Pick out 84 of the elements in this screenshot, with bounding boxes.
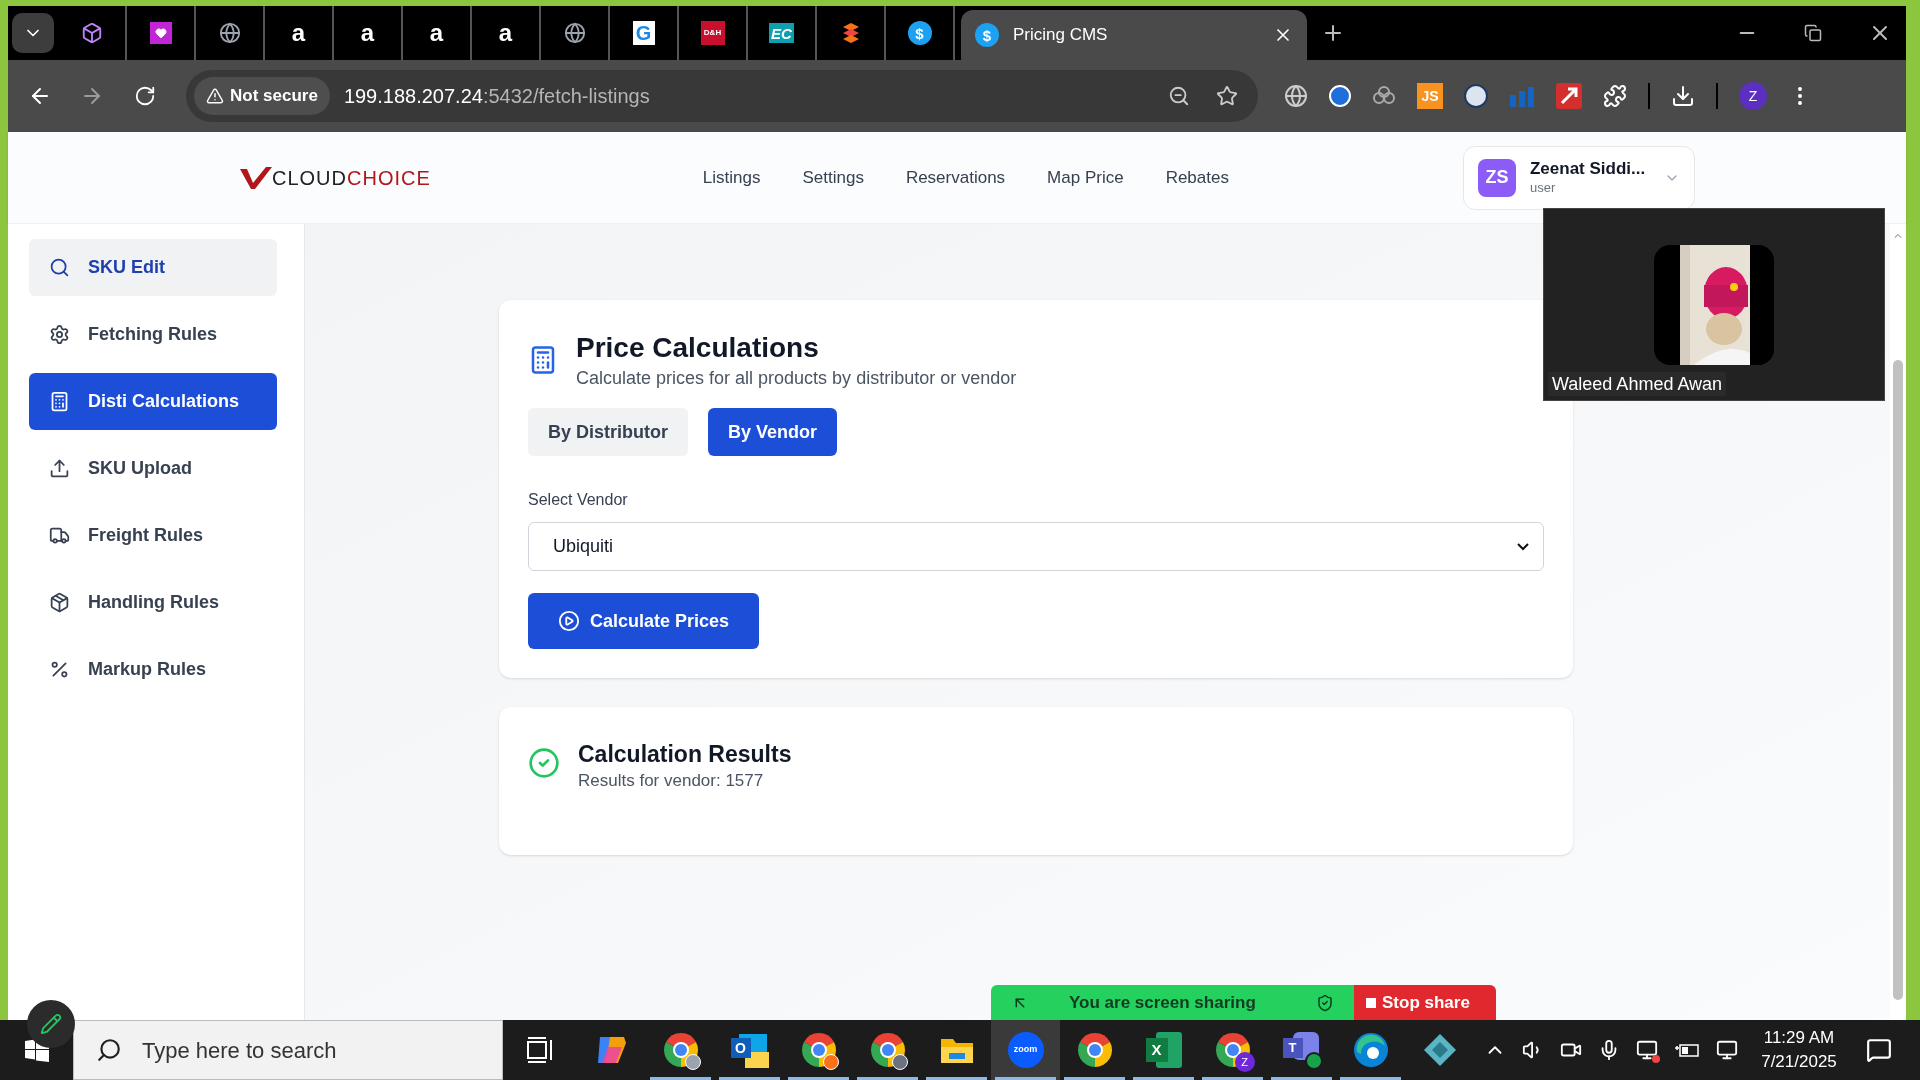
- edge-icon[interactable]: [1352, 1032, 1389, 1068]
- user-name: Zeenat Siddi...: [1529, 158, 1647, 179]
- package-icon: [49, 592, 70, 613]
- amazon-icon: a: [291, 21, 306, 45]
- taskbar-clock[interactable]: 11:29 AM 7/21/2025: [1754, 1026, 1844, 1074]
- pencil-icon: [40, 1013, 62, 1035]
- amazon-icon: a: [360, 21, 375, 45]
- circles-icon[interactable]: [1372, 86, 1396, 106]
- play-icon: [558, 610, 580, 632]
- taskbar-search-field[interactable]: Type here to search: [73, 1020, 503, 1080]
- shield-icon: [1316, 993, 1334, 1012]
- nav-link[interactable]: Settings: [802, 164, 864, 191]
- check-icon: [528, 747, 560, 779]
- taskbar-app[interactable]: zoom: [991, 1020, 1060, 1080]
- card-title: Price Calculations: [576, 331, 820, 365]
- user-role: user: [1529, 178, 1557, 197]
- taskbar-app[interactable]: Z: [1198, 1020, 1267, 1080]
- chrome-icon[interactable]: [1076, 1032, 1113, 1068]
- taskbar-app[interactable]: T: [1267, 1020, 1336, 1080]
- dollar-icon: $: [907, 21, 932, 45]
- vendor-select[interactable]: Ubiquiti: [528, 522, 1544, 571]
- nav-link[interactable]: Rebates: [1165, 164, 1229, 191]
- truck-icon: [49, 525, 70, 546]
- url-text: 199.188.207.24:5432/fetch-listings: [343, 84, 650, 109]
- address-bar[interactable]: Not secure 199.188.207.24:5432/fetch-listings: [186, 70, 1258, 122]
- results-title: Calculation Results: [578, 740, 792, 769]
- sharing-status-bar: You are screen sharing: [991, 985, 1354, 1020]
- stop-icon: [1366, 997, 1376, 1008]
- profile-avatar[interactable]: Z: [1739, 82, 1767, 110]
- settings-icon: [49, 324, 70, 345]
- logo: CLOUDCHOICE: [240, 166, 431, 189]
- globe-icon: [563, 22, 586, 44]
- user-avatar: ZS: [1477, 158, 1516, 197]
- nav-link[interactable]: Listings: [702, 164, 761, 191]
- restore-icon[interactable]: [1804, 24, 1822, 42]
- notifications-icon[interactable]: [1866, 1037, 1892, 1063]
- calculate-button[interactable]: Calculate Prices: [528, 593, 760, 649]
- extensions-icon[interactable]: [1603, 84, 1627, 108]
- zoom-out-icon[interactable]: [1168, 85, 1190, 107]
- nav-link[interactable]: Map Price: [1047, 164, 1124, 191]
- stop-share-button[interactable]: Stop share: [1354, 985, 1496, 1020]
- globe-icon: [218, 22, 241, 44]
- nav-link[interactable]: Reservations: [905, 164, 1006, 191]
- screen-share-icon[interactable]: [1636, 1039, 1658, 1061]
- sidebar-item[interactable]: Disti Calculations: [29, 373, 277, 430]
- zoom-icon[interactable]: zoom: [1007, 1032, 1044, 1068]
- chevron-icon: [1517, 542, 1529, 551]
- calculator-icon: [49, 391, 70, 412]
- taskbar-app[interactable]: O: [715, 1020, 784, 1080]
- cube-icon: [80, 22, 103, 44]
- percent-icon: [49, 659, 70, 680]
- participant-name: Waleed Ahmed Awan: [1548, 372, 1727, 396]
- download-icon[interactable]: [1671, 84, 1695, 108]
- extension-icon[interactable]: [1464, 84, 1488, 108]
- mode-tab[interactable]: By Vendor: [708, 408, 838, 456]
- dollar-icon: $: [975, 23, 999, 47]
- chrome-icon[interactable]: [800, 1032, 837, 1068]
- tab-favicon: D&H: [700, 21, 725, 45]
- warning-icon: [206, 87, 224, 105]
- globe-icon[interactable]: [1284, 84, 1308, 108]
- security-chip[interactable]: Not secure: [194, 77, 330, 115]
- search-icon: [96, 1037, 122, 1063]
- task-view-icon[interactable]: [526, 1037, 554, 1063]
- tab-favicon: G: [632, 21, 655, 45]
- amazon-icon: a: [498, 21, 513, 45]
- field-label: Select Vendor: [528, 490, 629, 510]
- chrome-icon[interactable]: [869, 1032, 906, 1068]
- upload-icon: [49, 458, 70, 479]
- scrollbar-thumb[interactable]: [1893, 360, 1903, 1000]
- tab-favicon: EC: [769, 23, 794, 43]
- card-subtitle: Calculate prices for all products by distributor or vendor: [576, 367, 1017, 390]
- chrome-icon[interactable]: [662, 1032, 699, 1068]
- bookmark-star-icon[interactable]: [1216, 85, 1238, 107]
- tab-title: Pricing CMS: [1013, 24, 1109, 47]
- reload-icon[interactable]: [134, 85, 156, 107]
- sidebar-item[interactable]: SKU Edit: [29, 239, 277, 296]
- mode-tab[interactable]: By Distributor: [528, 408, 688, 456]
- amazon-icon: a: [429, 21, 444, 45]
- tab-list-button[interactable]: [12, 13, 54, 53]
- results-text: Results for vendor: 1577: [578, 770, 765, 792]
- taskbar-app[interactable]: X: [1129, 1020, 1198, 1080]
- search-icon: [49, 257, 70, 278]
- user-menu[interactable]: ZS Zeenat Siddi... user: [1462, 145, 1695, 210]
- browser-tab[interactable]: $ Pricing CMS: [961, 10, 1307, 60]
